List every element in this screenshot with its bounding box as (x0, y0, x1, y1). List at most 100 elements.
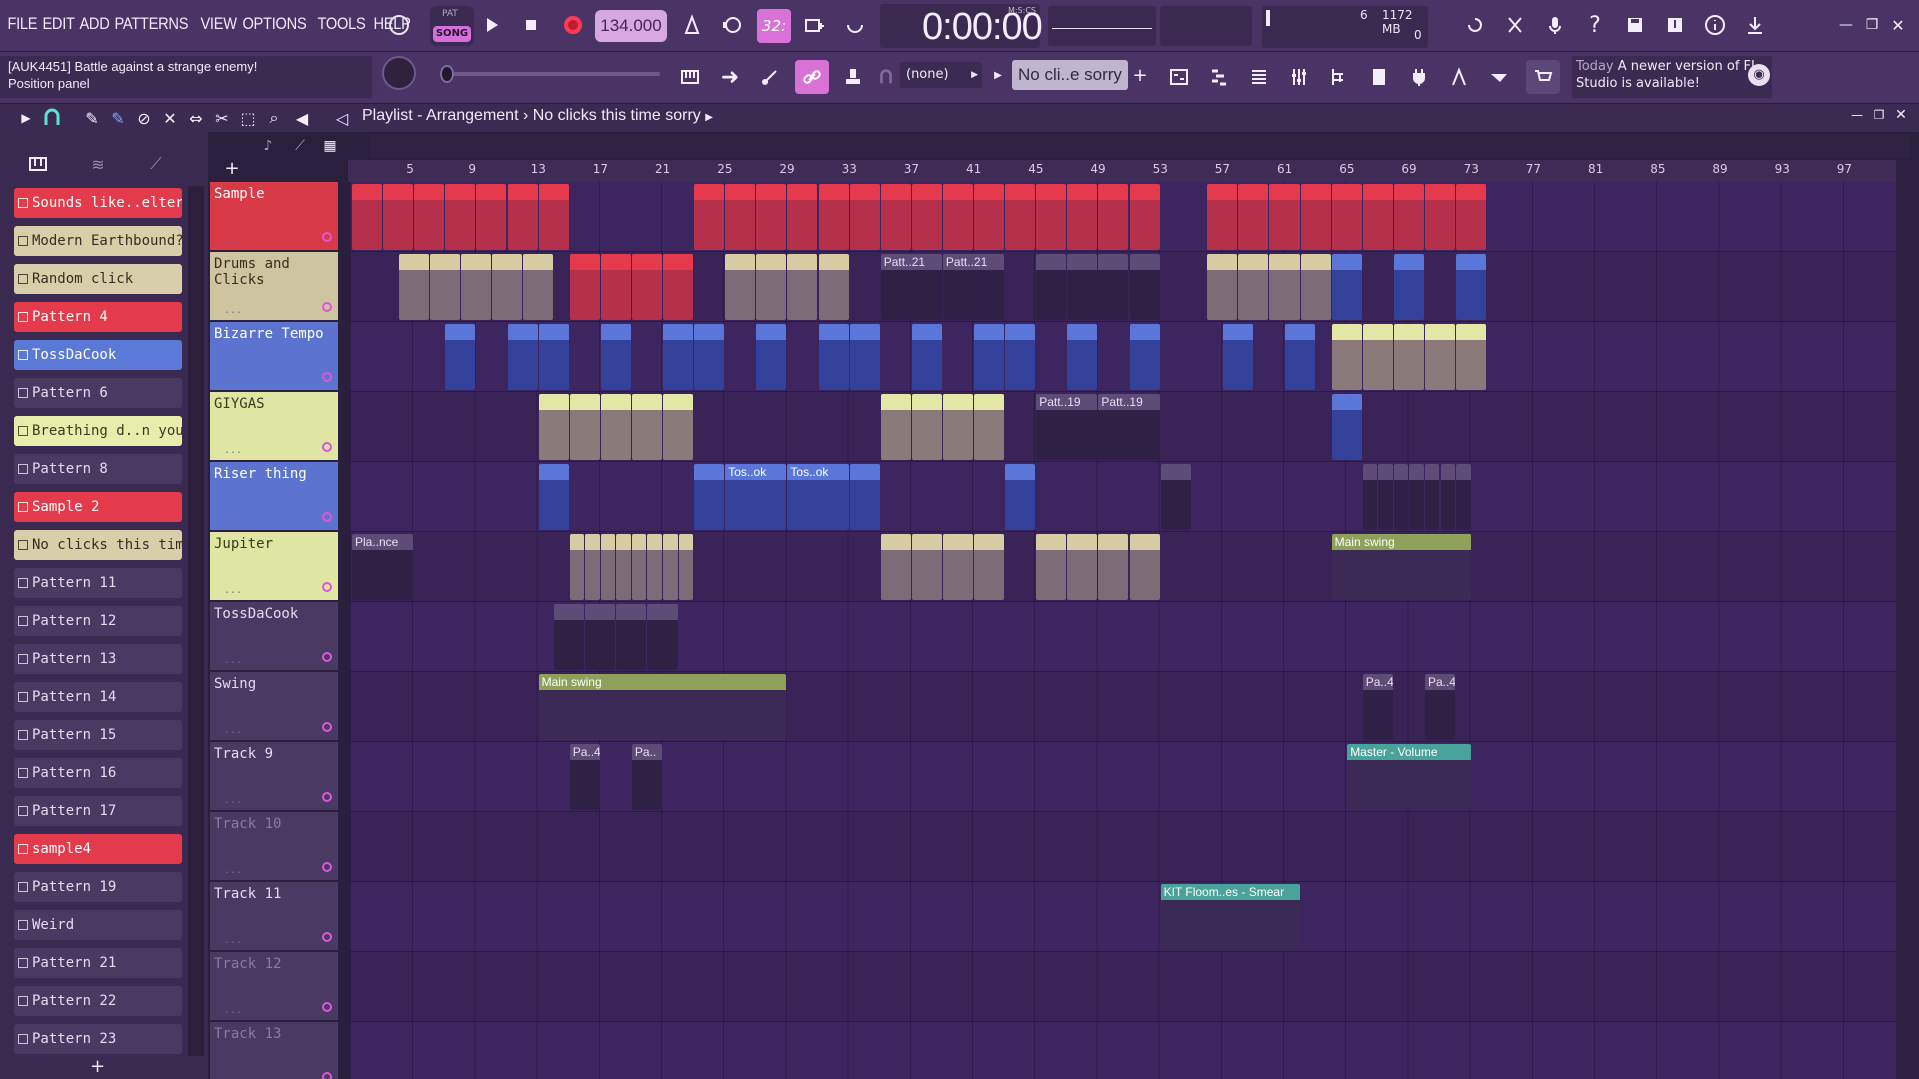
menu-file[interactable]: FILE (4, 14, 41, 34)
playlist-clip[interactable] (1207, 184, 1238, 250)
clip-select[interactable]: No cli..e sorry (1012, 60, 1128, 90)
track-mute-led[interactable] (322, 932, 332, 942)
playlist-clip[interactable] (756, 324, 787, 390)
pattern-item[interactable]: Pattern 15 (14, 720, 182, 750)
track-mute-led[interactable] (322, 232, 332, 242)
playlist-clip[interactable]: Tos..ok (787, 464, 849, 530)
playlist-vertical-scrollbar[interactable] (1896, 160, 1919, 1079)
microphone-icon[interactable] (1538, 8, 1572, 42)
playlist-clip[interactable] (818, 184, 849, 250)
menu-tools[interactable]: TOOLS (314, 14, 369, 34)
playlist-close-icon[interactable]: ✕ (1890, 104, 1912, 126)
track-options-icon[interactable]: ... (224, 1075, 242, 1079)
playlist-clip[interactable] (507, 184, 538, 250)
playlist-clip[interactable]: Pa..4 (1424, 674, 1456, 740)
metronome-icon[interactable] (675, 8, 709, 42)
track-header[interactable]: Track 11... (210, 882, 338, 950)
playlist-clip[interactable] (1456, 324, 1487, 390)
chan-filter-icon[interactable]: ⟋ (286, 134, 314, 158)
playlist-clip[interactable] (507, 324, 538, 390)
track-mute-led[interactable] (322, 862, 332, 872)
track-options-icon[interactable]: ... (224, 445, 242, 456)
track-options-icon[interactable]: ... (224, 795, 242, 806)
playlist-clip[interactable] (787, 184, 818, 250)
tempo-knob-icon[interactable] (382, 8, 416, 42)
track-options-icon[interactable]: ... (224, 305, 242, 316)
song-overview[interactable] (370, 134, 1910, 158)
tempo-display[interactable]: 134.000 (595, 10, 667, 42)
track-options-icon[interactable]: ... (224, 375, 242, 386)
playlist-clip[interactable]: Pa.. (631, 744, 662, 810)
track-header[interactable]: Track 10... (210, 812, 338, 880)
pattern-prev-icon[interactable]: ▶ (988, 62, 1008, 88)
loop-record-icon[interactable] (838, 8, 872, 42)
playlist-clip[interactable] (1222, 324, 1253, 390)
playlist-clip[interactable] (1207, 254, 1238, 320)
playlist-clip[interactable] (554, 604, 585, 670)
track-mute-led[interactable] (322, 582, 332, 592)
export-icon[interactable] (1658, 8, 1692, 42)
playlist-clip[interactable] (383, 184, 414, 250)
playlist-clip[interactable] (445, 324, 476, 390)
playlist-clip[interactable] (1300, 254, 1331, 320)
pattern-item[interactable]: Pattern 12 (14, 606, 182, 636)
globe-icon[interactable]: ◉ (1748, 64, 1770, 86)
playlist-clip[interactable] (1036, 534, 1067, 600)
playlist-clip[interactable] (600, 394, 631, 460)
add-track-icon[interactable]: + (218, 156, 246, 180)
master-volume-knob[interactable] (382, 56, 416, 90)
zoom-tool-icon[interactable]: ⌕ (262, 106, 286, 130)
playlist-clip[interactable] (538, 324, 569, 390)
track-header[interactable]: Swing... (210, 672, 338, 740)
track-header[interactable]: Track 12... (210, 952, 338, 1020)
link-icon[interactable] (795, 60, 829, 94)
playlist-clip[interactable] (631, 254, 662, 320)
piano-roll-icon[interactable] (1202, 60, 1236, 94)
playlist-clip[interactable] (538, 394, 569, 460)
track-header[interactable]: Drums and Clicks... (210, 252, 338, 320)
playlist-clip[interactable] (569, 394, 600, 460)
slip-tool-icon[interactable]: ⇔ (184, 106, 208, 130)
track-mute-led[interactable] (322, 1072, 332, 1079)
playlist-clip[interactable] (1362, 464, 1378, 530)
pattern-item[interactable]: Pattern 17 (14, 796, 182, 826)
track-options-icon[interactable]: ... (224, 655, 242, 666)
pattern-item[interactable]: Breathing d..n your neck (14, 416, 182, 446)
pattern-item[interactable]: No clicks this time sorry (14, 530, 182, 560)
track-header[interactable]: Jupiter... (210, 532, 338, 600)
playlist-clip[interactable] (911, 534, 942, 600)
playlist-clip[interactable]: Patt..21 (942, 254, 1005, 320)
playlist-clip[interactable] (663, 324, 694, 390)
playlist-clip[interactable] (725, 184, 756, 250)
playlist-clip[interactable] (1393, 464, 1409, 530)
playlist-clip[interactable] (942, 394, 973, 460)
piano-keys-icon[interactable] (673, 60, 707, 94)
playlist-clip[interactable] (663, 254, 694, 320)
playlist-clip[interactable] (600, 534, 616, 600)
playlist-clip[interactable] (1409, 464, 1424, 530)
track-options-icon[interactable]: ... (224, 235, 242, 246)
close-icon[interactable]: ✕ (1886, 8, 1910, 42)
playlist-clip[interactable] (1456, 254, 1487, 320)
stamp-icon[interactable] (836, 60, 870, 94)
playlist-clip[interactable]: KIT Floom..es - Smear (1160, 884, 1300, 950)
pattern-item[interactable]: Random click (14, 264, 182, 294)
arrow-right-icon[interactable]: ➜ (713, 60, 747, 94)
playlist-icon[interactable] (1162, 60, 1196, 94)
plugin-plug-icon[interactable] (1402, 60, 1436, 94)
playlist-clip[interactable] (942, 184, 973, 250)
playlist-clip[interactable] (818, 254, 849, 320)
playlist-clip[interactable] (523, 254, 554, 320)
playlist-clip[interactable] (1331, 324, 1362, 390)
minimize-icon[interactable]: — (1834, 8, 1858, 42)
playlist-clip[interactable] (849, 324, 880, 390)
playlist-clip[interactable] (663, 534, 678, 600)
picker-patterns-tab-icon[interactable] (24, 150, 52, 178)
pattern-item[interactable]: Pattern 14 (14, 682, 182, 712)
playlist-clip[interactable] (1036, 254, 1067, 320)
playlist-clip[interactable] (756, 184, 787, 250)
playlist-clip[interactable] (880, 184, 911, 250)
info-icon[interactable] (1698, 8, 1732, 42)
playlist-clip[interactable]: Pa..4 (1362, 674, 1393, 740)
playlist-clip[interactable] (787, 254, 818, 320)
